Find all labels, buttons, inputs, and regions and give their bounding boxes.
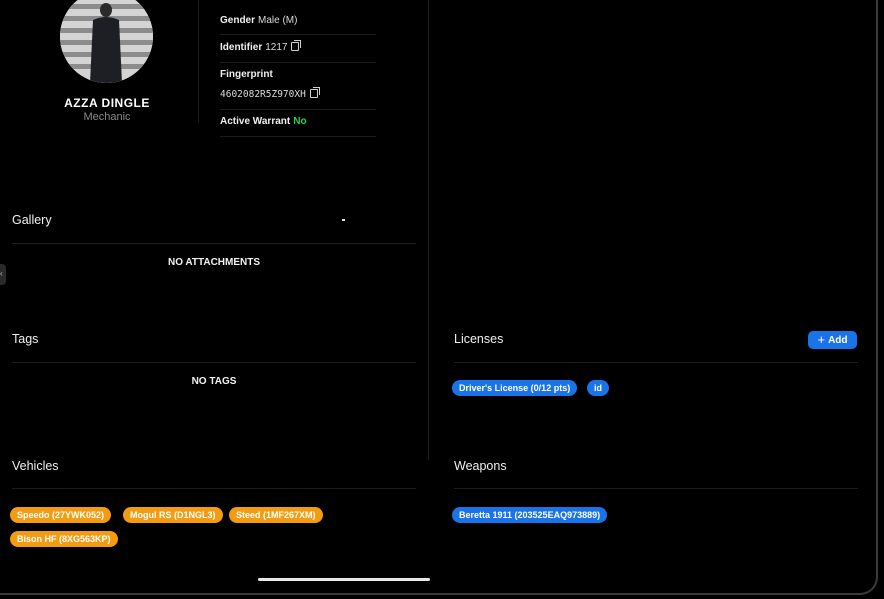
gender-row: Gender Male (M) <box>220 15 376 26</box>
vehicle-chip[interactable]: Mogul RS (D1NGL3) <box>123 507 223 523</box>
vehicle-chip[interactable]: Steed (1MF267XM) <box>229 507 323 523</box>
gender-label: Gender <box>220 15 256 26</box>
profile-divider <box>198 0 199 123</box>
identifier-row: Identifier 1217 <box>220 40 376 53</box>
profile-name: AZZA DINGLE <box>64 96 150 110</box>
licenses-title: Licenses <box>454 332 504 346</box>
gallery-empty-message: NO ATTACHMENTS <box>167 257 261 268</box>
warrant-label: Active Warrant <box>220 116 291 127</box>
fingerprint-value: 4602082R5Z970XH <box>220 89 306 100</box>
app-frame <box>0 0 878 595</box>
fingerprint-value-row: 4602082R5Z970XH <box>220 87 376 100</box>
identifier-value: 1217 <box>265 42 288 53</box>
copy-fingerprint-icon[interactable] <box>309 87 320 98</box>
gender-value: Male (M) <box>258 15 298 26</box>
licenses-separator <box>454 362 858 363</box>
gallery-indicator <box>342 219 345 221</box>
vehicles-title: Vehicles <box>12 459 59 473</box>
add-license-button[interactable]: + Add <box>808 331 857 349</box>
tags-empty-message: NO TAGS <box>191 376 237 387</box>
warrant-row: Active Warrant No <box>220 116 376 127</box>
info-separator <box>220 62 376 63</box>
info-separator <box>220 109 376 110</box>
chevron-left-icon: ‹ <box>0 269 3 278</box>
home-indicator[interactable] <box>258 578 430 581</box>
weapons-separator <box>454 488 858 489</box>
tags-separator <box>12 362 416 363</box>
fingerprint-label-row: Fingerprint <box>220 69 376 80</box>
info-separator <box>220 34 376 35</box>
add-license-label: Add <box>828 335 848 346</box>
license-chip[interactable]: id <box>587 380 609 396</box>
gallery-separator <box>12 243 416 244</box>
license-chip[interactable]: Driver's License (0/12 pts) <box>452 380 578 396</box>
gallery-title: Gallery <box>12 213 52 227</box>
plus-icon: + <box>817 332 826 347</box>
fingerprint-label: Fingerprint <box>220 69 273 80</box>
weapon-chip[interactable]: Beretta 1911 (203525EAQ973889) <box>452 507 608 523</box>
column-divider <box>428 0 429 460</box>
info-separator <box>220 136 376 137</box>
vehicle-chip[interactable]: Bison HF (8XG563KP) <box>10 531 118 547</box>
tags-title: Tags <box>12 332 39 346</box>
warrant-value: No <box>293 116 307 127</box>
copy-identifier-icon[interactable] <box>291 40 302 51</box>
vehicles-separator <box>12 488 416 489</box>
weapons-title: Weapons <box>454 459 507 473</box>
side-collapse-tab[interactable]: ‹ <box>0 264 6 285</box>
identifier-label: Identifier <box>220 42 263 53</box>
vehicle-chip[interactable]: Speedo (27YWK052) <box>10 507 112 523</box>
profile-job: Mechanic <box>83 111 131 123</box>
